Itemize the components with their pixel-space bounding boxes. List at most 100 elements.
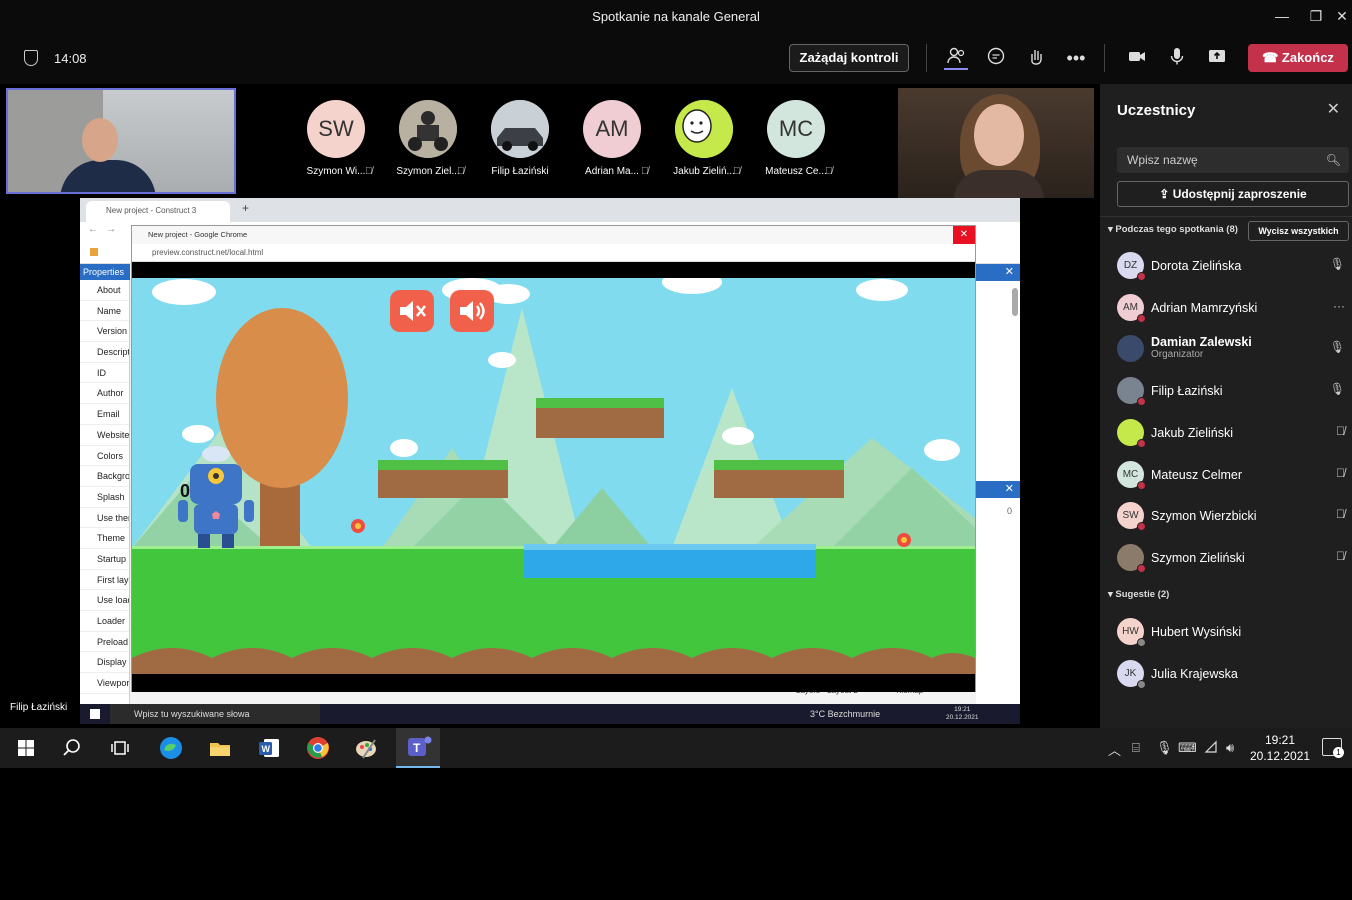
search-icon[interactable] — [58, 734, 86, 762]
mute-icon — [400, 301, 427, 321]
participant-row[interactable]: Filip Łaziński 🎙︎ — [1100, 371, 1352, 411]
apps-icon[interactable] — [90, 248, 98, 256]
suggested-row[interactable]: JK Julia Krajewska — [1100, 654, 1352, 694]
property-row[interactable]: Display — [80, 652, 129, 674]
hangup-icon: ☎ — [1262, 50, 1279, 65]
windows-start-icon[interactable] — [12, 734, 40, 762]
property-row[interactable]: ID — [80, 363, 129, 384]
property-row[interactable]: Splash — [80, 487, 129, 508]
participant-avatar[interactable]: AM — [583, 100, 641, 158]
mic-icon[interactable]: 🎙︎ — [1330, 257, 1345, 271]
participant-row[interactable]: Jakub Zieliński 🎙̸ — [1100, 413, 1352, 453]
forward-icon[interactable]: → — [106, 224, 116, 235]
start-icon[interactable] — [90, 709, 100, 719]
mute-all-button[interactable]: Wycisz wszystkich — [1248, 221, 1349, 241]
property-row[interactable]: Email — [80, 404, 129, 425]
volume-icon[interactable]: 🔊︎ — [1226, 740, 1234, 756]
sound-on-button[interactable] — [450, 290, 494, 332]
edge-icon[interactable] — [157, 734, 185, 762]
shared-search[interactable]: Wpisz tu wyszukiwane słowa — [110, 704, 320, 724]
chrome-icon[interactable] — [304, 734, 332, 762]
mic-off-icon[interactable]: 🎙̸ — [1336, 466, 1345, 480]
game-canvas[interactable]: 0 — [132, 278, 975, 674]
new-tab-icon[interactable]: + — [242, 201, 249, 215]
more-options-icon[interactable]: ••• — [1064, 46, 1088, 70]
participants-icon[interactable] — [944, 46, 968, 70]
system-clock[interactable]: 19:21 20.12.2021 — [1250, 732, 1310, 764]
back-icon[interactable]: ← — [88, 224, 98, 235]
property-row[interactable]: First layout — [80, 570, 129, 591]
browser-tab[interactable]: New project - Construct 3 — [86, 201, 230, 222]
task-view-icon[interactable] — [106, 734, 134, 762]
in-meeting-section[interactable]: ▾ Podczas tego spotkania (8) — [1108, 224, 1238, 235]
paint-icon[interactable] — [353, 734, 381, 762]
microphone-icon[interactable] — [1165, 46, 1189, 70]
panel-close-icon[interactable]: ✕ — [976, 264, 1020, 281]
participant-row[interactable]: DZ Dorota Zielińska 🎙︎ — [1100, 246, 1352, 286]
chat-icon[interactable] — [984, 46, 1008, 70]
property-row[interactable]: Startup — [80, 549, 129, 570]
property-row[interactable]: About — [80, 280, 129, 301]
mic-icon[interactable]: 🎙︎ — [1330, 382, 1345, 396]
camera-icon[interactable] — [1125, 46, 1149, 70]
property-row[interactable]: Use loader — [80, 590, 129, 611]
suggested-row[interactable]: HW Hubert Wysiński — [1100, 612, 1352, 652]
participant-row[interactable]: MC Mateusz Celmer 🎙̸ — [1100, 455, 1352, 495]
mic-icon[interactable]: 🎙︎ — [1330, 340, 1345, 354]
wifi-icon[interactable] — [1204, 740, 1218, 757]
game-score: 0 — [180, 481, 191, 501]
mic-off-icon[interactable]: 🎙̸ — [1336, 507, 1345, 521]
participant-row[interactable]: AM Adrian Mamrzyński ··· — [1100, 288, 1352, 328]
participant-avatar[interactable] — [399, 100, 457, 158]
property-row[interactable]: Name — [80, 301, 129, 322]
participant-row[interactable]: SW Szymon Wierzbicki 🎙̸ — [1100, 496, 1352, 536]
more-options-icon[interactable]: ··· — [1333, 299, 1345, 313]
participant-name: Szymon Wierzbicki — [1151, 509, 1257, 524]
mic-off-icon[interactable]: 🎙̸ — [1336, 424, 1345, 438]
minimize-button[interactable]: — — [1272, 6, 1292, 26]
property-row[interactable]: Preload — [80, 632, 129, 653]
microphone-icon[interactable]: 🎙︎ — [1156, 740, 1173, 756]
mic-off-icon: 🎙̸ — [365, 166, 373, 177]
participant-row[interactable]: Damian Zalewski Organizator 🎙︎ — [1100, 329, 1352, 369]
preview-close-button[interactable]: ✕ — [953, 226, 975, 244]
keyboard-icon[interactable]: ⌨︎ — [1178, 740, 1197, 756]
property-row[interactable]: Theme — [80, 528, 129, 549]
participant-avatar[interactable] — [675, 100, 733, 158]
notifications-icon[interactable]: 1 — [1322, 738, 1344, 758]
participant-avatar[interactable]: SW — [307, 100, 365, 158]
close-button[interactable]: ✕ — [1332, 6, 1352, 26]
camera-icon[interactable]: ⌸ — [1132, 740, 1140, 756]
panel-close-icon[interactable]: ✕ — [976, 481, 1020, 498]
word-icon[interactable]: W — [255, 734, 283, 762]
teams-icon[interactable]: T — [396, 728, 440, 768]
participant-row[interactable]: Szymon Zieliński 🎙̸ — [1100, 538, 1352, 578]
end-call-button[interactable]: ☎ Zakończ — [1248, 44, 1348, 72]
scrollbar[interactable] — [1012, 288, 1018, 316]
suggestions-section[interactable]: ▾ Sugestie (2) — [1108, 589, 1169, 600]
presence-dot — [1137, 438, 1146, 448]
property-row[interactable]: Viewport — [80, 673, 129, 694]
close-icon[interactable]: ✕ — [1327, 99, 1340, 119]
maximize-button[interactable]: ❐ — [1306, 6, 1326, 26]
search-input[interactable]: Wpisz nazwę 🔍︎ — [1117, 147, 1349, 173]
request-control-button[interactable]: Zażądaj kontroli — [789, 44, 909, 72]
property-row[interactable]: Loader — [80, 611, 129, 632]
mic-off-icon[interactable]: 🎙̸ — [1336, 549, 1345, 563]
participant-avatar[interactable]: MC — [767, 100, 825, 158]
share-invite-button[interactable]: ⇪ Udostępnij zaproszenie — [1117, 181, 1349, 207]
raise-hand-icon[interactable] — [1024, 46, 1048, 70]
property-row[interactable]: Colors — [80, 446, 129, 467]
property-row[interactable]: Use theme — [80, 508, 129, 529]
property-row[interactable]: Background — [80, 466, 129, 487]
property-row[interactable]: Website — [80, 425, 129, 446]
chevron-up-icon[interactable]: ︿ — [1108, 740, 1121, 759]
property-row[interactable]: Description — [80, 342, 129, 363]
participant-avatar[interactable] — [491, 100, 549, 158]
search-icon: 🔍︎ — [1325, 153, 1341, 167]
file-explorer-icon[interactable] — [206, 734, 234, 762]
share-screen-icon[interactable] — [1205, 46, 1229, 70]
sound-off-button[interactable] — [390, 290, 434, 332]
property-row[interactable]: Version — [80, 321, 129, 343]
property-row[interactable]: Author — [80, 383, 129, 405]
